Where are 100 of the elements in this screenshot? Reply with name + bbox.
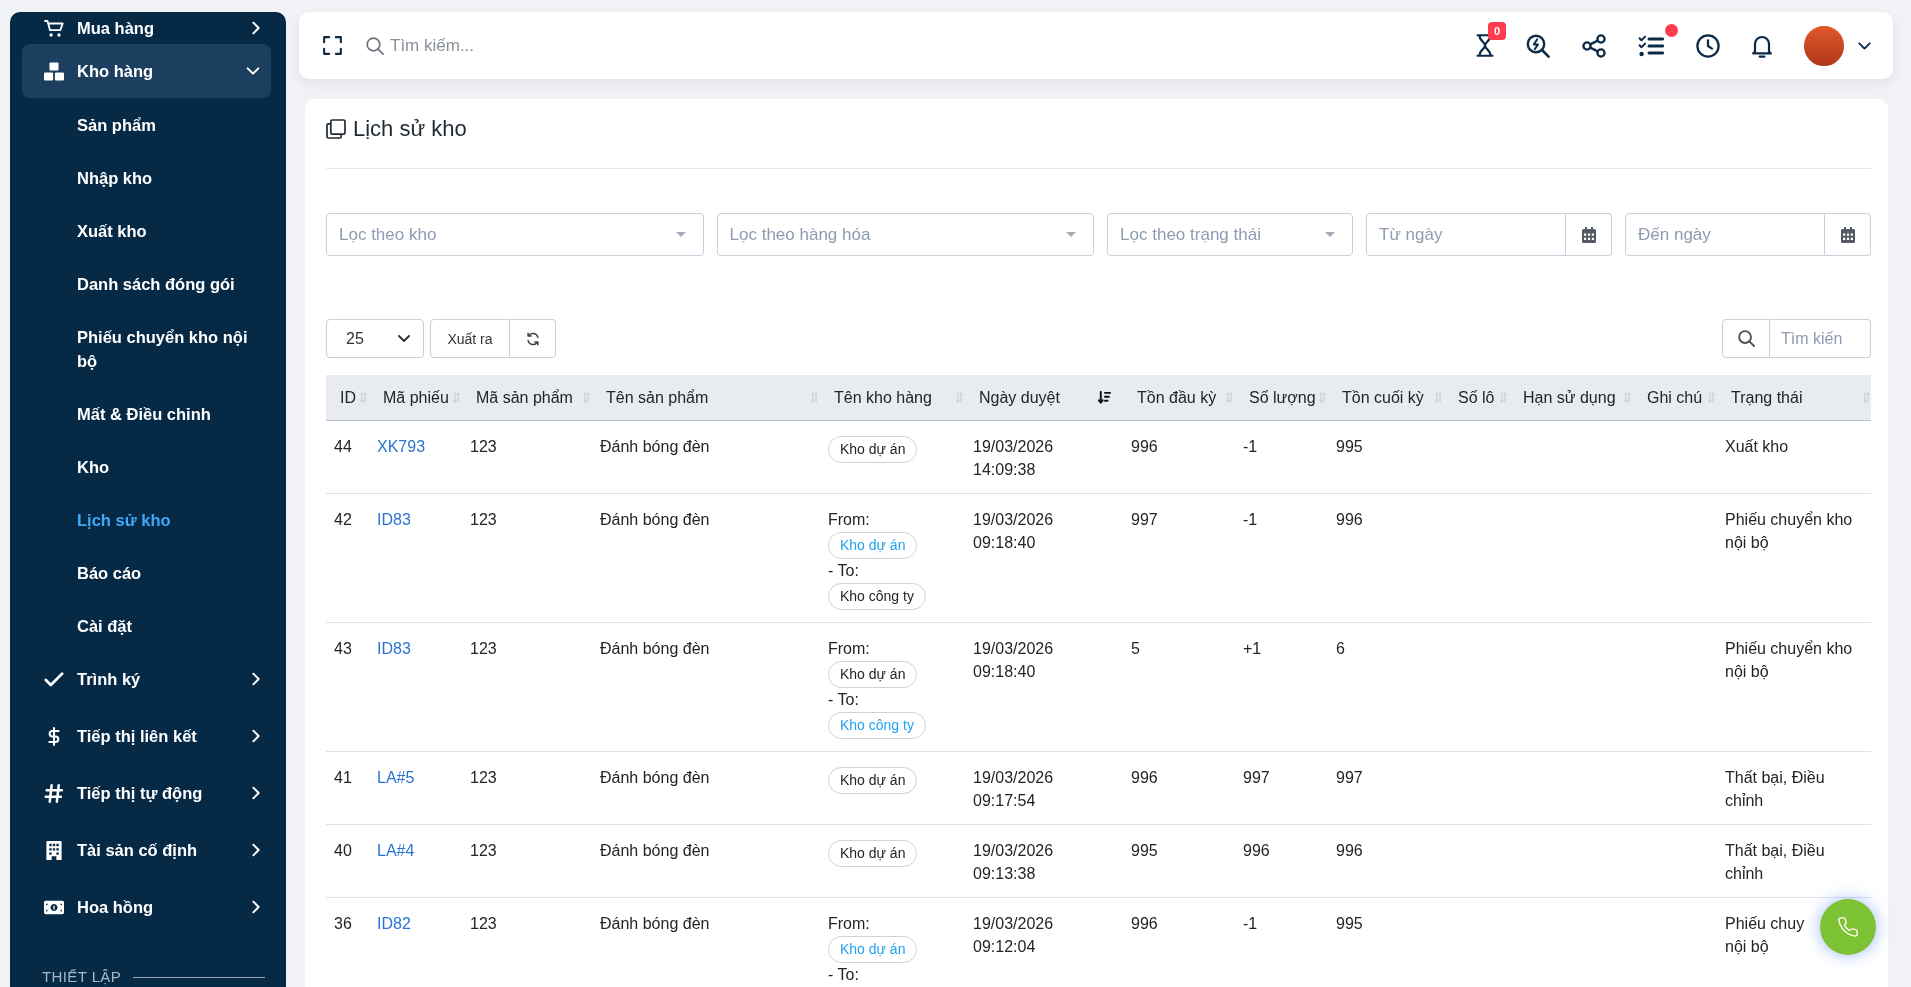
sidebar-subitem[interactable]: Phiếu chuyển kho nội bộ (22, 310, 271, 387)
table-cell-text: 19/03/2026 09:17:54 (973, 768, 1055, 811)
transfer-label: - To: (828, 690, 859, 710)
section-heading: THIẾT LẬP (42, 968, 122, 986)
table-cell-text: 19/03/2026 09:18:40 (973, 510, 1055, 553)
caret-down-icon (1066, 232, 1077, 237)
chevron-right-icon (252, 21, 260, 35)
table-cell-text: 36 (334, 914, 352, 934)
table-cell-text: Phiếu chuyển kho nội bộ (1725, 510, 1854, 553)
column-header[interactable]: Số lượng (1235, 375, 1328, 420)
hourglass-icon[interactable] (1476, 34, 1494, 57)
chevron-down-icon[interactable] (1858, 41, 1871, 50)
column-header[interactable]: Tồn đầu kỳ (1123, 375, 1235, 420)
sidebar-subitem[interactable]: Kho (22, 440, 271, 493)
sidebar-subitem[interactable]: Xuất kho (22, 204, 271, 257)
column-header[interactable]: Ngày duyệt (965, 375, 1123, 420)
page-length-select[interactable]: 25 (326, 319, 424, 358)
ticket-link[interactable]: LA#4 (377, 842, 415, 859)
column-header[interactable]: ID (326, 375, 369, 420)
chevron-right-icon (252, 843, 260, 857)
building-icon (44, 840, 64, 860)
ticket-link[interactable]: ID82 (377, 915, 411, 932)
ticket-link[interactable]: XK793 (377, 438, 426, 455)
sidebar-item[interactable]: Kho hàng (22, 44, 271, 98)
table-cell-text: Đánh bóng đèn (600, 510, 710, 530)
ticket-link[interactable]: LA#5 (377, 769, 415, 786)
sidebar-item[interactable]: Tiếp thị tự động (22, 766, 271, 820)
date-field[interactable]: Đến ngày (1625, 213, 1825, 256)
sidebar-subitem[interactable]: Cài đặt (22, 599, 271, 652)
table-cell-text: 123 (470, 914, 497, 934)
table-cell-text: 43 (334, 639, 352, 659)
column-header[interactable]: Tên sản phẩm (592, 375, 820, 420)
bell-icon[interactable] (1752, 33, 1772, 58)
table-cell-text: -1 (1243, 914, 1258, 934)
table-cell-text: 995 (1336, 437, 1363, 457)
avatar-icon[interactable] (1802, 23, 1846, 68)
search-field[interactable]: Tìm kiếm... (390, 31, 810, 60)
table-cell-text: 123 (470, 768, 497, 788)
table-cell-text: 123 (470, 639, 497, 659)
phone-icon (1837, 916, 1859, 938)
sidebar-item[interactable]: Mua hàng (22, 12, 271, 44)
hash-icon (44, 783, 64, 803)
magnifier-bolt-icon[interactable] (1526, 33, 1550, 58)
clock-icon[interactable] (1696, 33, 1720, 58)
column-header[interactable]: Tồn cuối kỳ (1328, 375, 1444, 420)
table-cell-text: 19/03/2026 09:12:04 (973, 914, 1055, 957)
filter-select[interactable]: Lọc theo hàng hóa (716, 213, 1095, 256)
sidebar-subitem[interactable]: Sản phẩm (22, 98, 271, 151)
sidebar-subitem[interactable]: Danh sách đóng gói (22, 257, 271, 310)
table-cell-text: -1 (1243, 510, 1258, 530)
table-cell-text: 996 (1131, 437, 1158, 457)
transfer-label: - To: (828, 965, 859, 985)
sidebar-subitem[interactable]: Nhập kho (22, 151, 271, 204)
share-icon[interactable] (1582, 33, 1606, 58)
table-cell-text: Thất bại, Điều chỉnh (1725, 841, 1826, 884)
table-cell-text: 996 (1131, 914, 1158, 934)
checklist-icon[interactable] (1638, 34, 1664, 57)
column-header[interactable]: Hạn sử dụng (1509, 375, 1633, 420)
filter-select[interactable]: Lọc theo kho (326, 213, 704, 256)
column-header[interactable]: Mã sản phẩm (462, 375, 592, 420)
table-cell-text: Xuất kho (1725, 437, 1789, 457)
column-header[interactable]: Số lô (1444, 375, 1509, 420)
fullscreen-icon[interactable] (323, 36, 342, 55)
table-cell-text: 123 (470, 841, 497, 861)
table-cell-text: 997 (1243, 768, 1270, 788)
sidebar-item[interactable]: Trình ký (22, 652, 271, 706)
export-button[interactable]: Xuất ra (430, 319, 510, 358)
transfer-label: - To: (828, 561, 859, 581)
search-button[interactable] (1722, 319, 1770, 358)
ticket-link[interactable]: ID83 (377, 511, 411, 528)
table-cell-text: 41 (334, 768, 352, 788)
refresh-button[interactable] (510, 319, 556, 358)
table-cell-text: Đánh bóng đèn (600, 768, 710, 788)
column-header[interactable]: Ghi chú (1633, 375, 1717, 420)
column-header[interactable]: Trạng thái (1717, 375, 1872, 420)
check-icon (44, 669, 64, 689)
transfer-label: From: (828, 510, 870, 530)
caret-down-icon (1325, 232, 1336, 237)
column-header[interactable]: Tên kho hàng (820, 375, 965, 420)
table-cell-text: 123 (470, 437, 497, 457)
calendar-button[interactable] (1566, 213, 1613, 256)
table-cell-text: 995 (1336, 914, 1363, 934)
calendar-icon (1840, 226, 1855, 243)
sidebar-item[interactable]: Tài sản cố định (22, 823, 271, 877)
transfer-label: From: (828, 914, 870, 934)
column-header[interactable]: Mã phiếu (369, 375, 462, 420)
calendar-icon (1581, 226, 1596, 243)
filter-select[interactable]: Lọc theo trạng thái (1107, 213, 1354, 256)
sidebar-subitem[interactable]: Báo cáo (22, 546, 271, 599)
boxes-icon (44, 61, 64, 81)
sidebar-subitem[interactable]: Mất & Điều chỉnh (22, 387, 271, 440)
table-search-field[interactable]: Tìm kiến (1770, 319, 1871, 358)
table-cell-text: Thất bại, Điều chỉnh (1725, 768, 1826, 811)
sidebar-item[interactable]: Tiếp thị liên kết (22, 709, 271, 763)
ticket-link[interactable]: ID83 (377, 640, 411, 657)
table-cell-text: 996 (1336, 510, 1363, 530)
sidebar-item[interactable]: Hoa hồng (22, 880, 271, 934)
calendar-button[interactable] (1825, 213, 1871, 256)
date-field[interactable]: Từ ngày (1366, 213, 1567, 256)
sidebar-subitem[interactable]: Lịch sử kho (22, 493, 271, 546)
